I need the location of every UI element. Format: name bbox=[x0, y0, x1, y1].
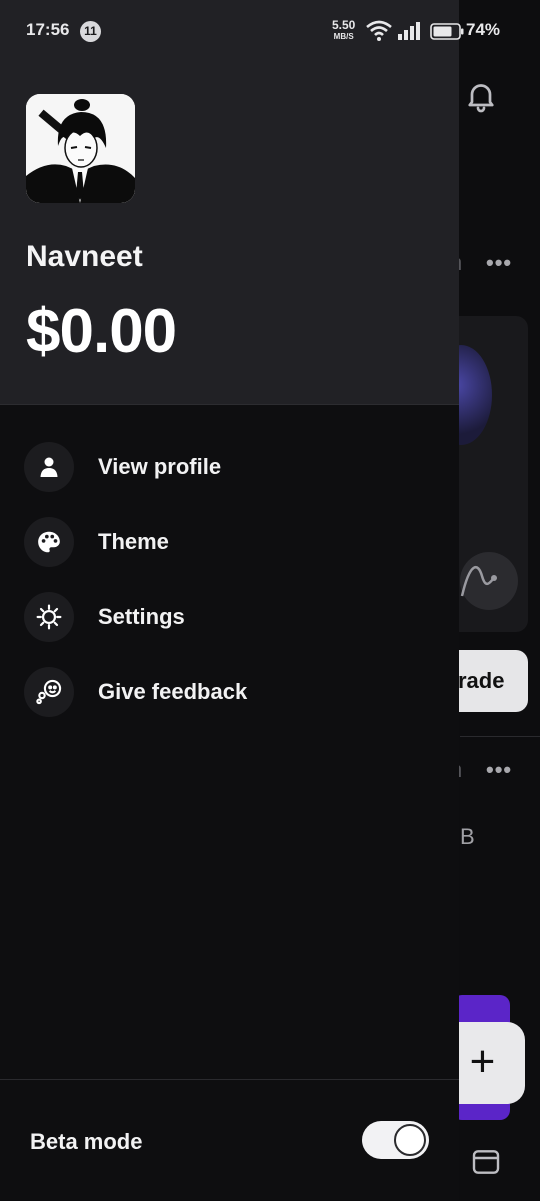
status-bar: 17:56 11 5.50 MB/S 74% bbox=[0, 0, 540, 60]
menu-item-label: Theme bbox=[98, 528, 169, 554]
avatar[interactable] bbox=[26, 94, 135, 203]
menu-item-view-profile[interactable]: View profile bbox=[0, 429, 459, 504]
menu-item-settings[interactable]: Settings bbox=[0, 579, 459, 654]
wifi-icon bbox=[366, 20, 392, 41]
network-speed-value: 5.50 bbox=[332, 18, 356, 32]
beta-mode-label: Beta mode bbox=[30, 1129, 143, 1154]
account-balance: $0.00 bbox=[26, 297, 177, 366]
menu-item-give-feedback[interactable]: Give feedback bbox=[0, 654, 459, 729]
network-speed-unit: MB/S bbox=[333, 32, 354, 41]
network-speed: 5.50 MB/S bbox=[332, 18, 356, 42]
user-name: Navneet bbox=[26, 240, 143, 273]
gear-icon bbox=[24, 591, 74, 642]
menu-item-label: Settings bbox=[98, 603, 185, 629]
drawer-menu: View profile Theme Settings Give feedbac… bbox=[0, 429, 459, 729]
battery-percent: 74% bbox=[466, 20, 501, 39]
navigation-drawer: Navneet $0.00 View profile Theme Setting… bbox=[0, 0, 459, 1200]
bell-icon[interactable] bbox=[463, 78, 499, 114]
palette-icon bbox=[24, 516, 74, 567]
avatar-illustration bbox=[26, 94, 135, 203]
divider bbox=[460, 736, 540, 737]
feedback-icon bbox=[24, 666, 74, 717]
drawer-footer: Beta mode bbox=[0, 1079, 459, 1201]
menu-item-label: View profile bbox=[98, 453, 222, 479]
chart-button[interactable] bbox=[460, 552, 518, 610]
notification-count-badge: 11 bbox=[80, 21, 101, 42]
beta-mode-toggle[interactable] bbox=[362, 1121, 429, 1159]
more-options-icon[interactable]: ••• bbox=[486, 757, 512, 783]
menu-item-theme[interactable]: Theme bbox=[0, 504, 459, 579]
battery-icon bbox=[430, 23, 464, 40]
background-text-fragment: B bbox=[460, 824, 475, 849]
signal-icon bbox=[398, 22, 420, 40]
toggle-knob bbox=[394, 1124, 426, 1156]
person-icon bbox=[24, 441, 74, 492]
tab-icon[interactable] bbox=[470, 1146, 502, 1178]
more-options-icon[interactable]: ••• bbox=[486, 250, 512, 276]
drawer-header: Navneet $0.00 bbox=[0, 0, 459, 405]
status-time: 17:56 bbox=[26, 20, 70, 39]
chart-curve-icon bbox=[460, 565, 497, 597]
menu-item-label: Give feedback bbox=[98, 678, 248, 704]
